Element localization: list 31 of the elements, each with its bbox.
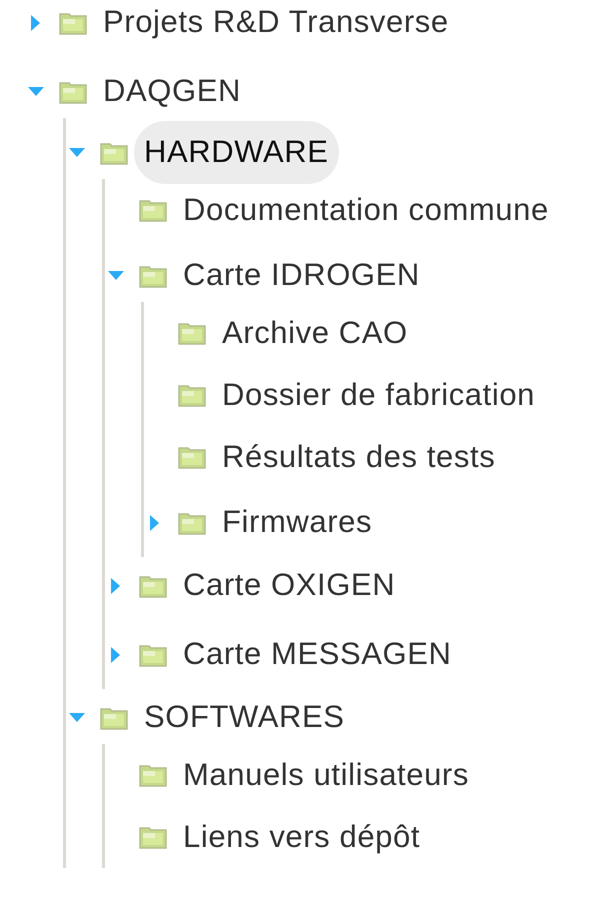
folder-icon <box>178 383 206 407</box>
folder-icon <box>100 140 128 164</box>
expand-arrow-icon[interactable] <box>31 14 41 30</box>
folder-icon <box>139 642 167 666</box>
folder-icon <box>139 763 167 787</box>
folder-icon <box>59 80 87 104</box>
folder-icon <box>100 706 128 730</box>
folder-icon <box>178 445 206 469</box>
tree-item[interactable]: Carte MESSAGEN <box>173 623 462 686</box>
collapse-arrow-icon[interactable] <box>69 148 85 158</box>
collapse-arrow-icon[interactable] <box>108 270 124 280</box>
tree-item[interactable]: Carte OXIGEN <box>173 554 406 617</box>
folder-icon <box>59 10 87 34</box>
tree-item[interactable]: Firmwares <box>212 491 382 554</box>
tree-item[interactable]: Projets R&D Transverse <box>93 0 459 54</box>
expand-arrow-icon[interactable] <box>150 514 160 530</box>
folder-icon <box>139 264 167 288</box>
collapse-arrow-icon[interactable] <box>69 712 85 722</box>
tree-item[interactable]: Dossier de fabrication <box>212 364 546 426</box>
tree-item[interactable]: DAQGEN <box>93 60 251 123</box>
tree-item[interactable]: Liens vers dépôt <box>173 806 430 868</box>
expand-arrow-icon[interactable] <box>111 578 121 594</box>
folder-icon <box>139 198 167 222</box>
tree-item[interactable]: HARDWARE <box>134 121 338 184</box>
folder-icon <box>178 321 206 345</box>
collapse-arrow-icon[interactable] <box>28 86 44 96</box>
folder-icon <box>139 825 167 849</box>
folder-icon <box>139 574 167 598</box>
expand-arrow-icon[interactable] <box>111 646 121 662</box>
folder-icon <box>178 510 206 534</box>
tree-item[interactable]: Résultats des tests <box>212 426 506 488</box>
